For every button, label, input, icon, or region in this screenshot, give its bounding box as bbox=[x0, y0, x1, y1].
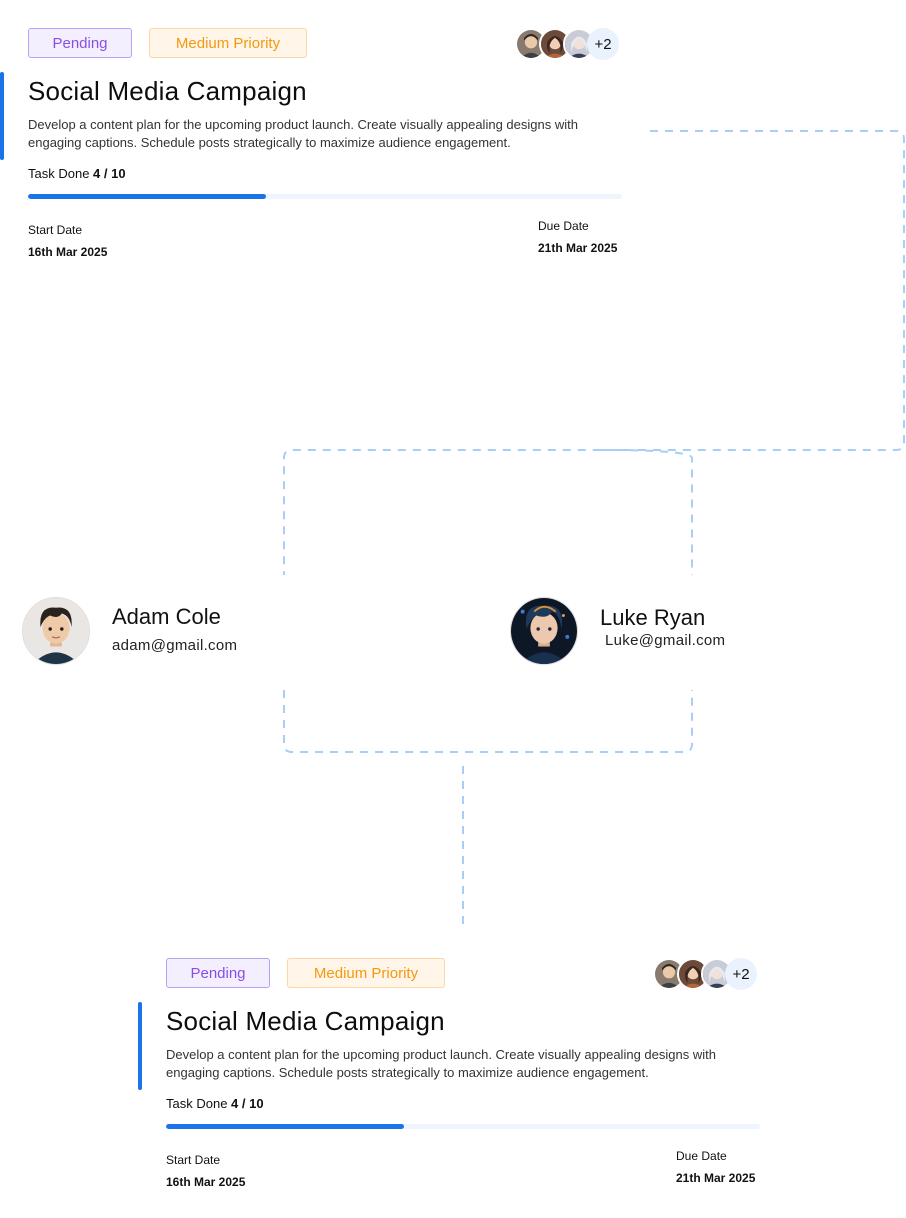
extra-members-count[interactable]: +2 bbox=[587, 28, 619, 60]
start-date-value: 16th Mar 2025 bbox=[166, 1175, 246, 1189]
task-done-label: Task Done bbox=[166, 1096, 228, 1111]
task-done-value: 4 / 10 bbox=[231, 1096, 264, 1111]
task-done: Task Done 4 / 10 bbox=[28, 166, 126, 181]
due-date-value: 21th Mar 2025 bbox=[538, 241, 618, 255]
person-card-luke[interactable]: Luke Ryan Luke@gmail.com bbox=[510, 597, 770, 667]
progress-bar bbox=[166, 1124, 760, 1129]
due-date-value: 21th Mar 2025 bbox=[676, 1171, 756, 1185]
start-date-label: Start Date bbox=[28, 223, 83, 237]
task-card-bottom[interactable]: Pending Medium Priority +2 Social Media … bbox=[138, 958, 766, 1218]
card-description: Develop a content plan for the upcoming … bbox=[166, 1047, 716, 1080]
card-title: Social Media Campaign bbox=[28, 76, 307, 106]
person-card-adam[interactable]: Adam Cole adam@gmail.com bbox=[22, 597, 282, 667]
progress-fill bbox=[28, 194, 266, 199]
progress-fill bbox=[166, 1124, 404, 1129]
user-avatar-icon bbox=[510, 597, 578, 665]
person-name: Adam Cole bbox=[112, 604, 221, 629]
priority-badge: Medium Priority bbox=[149, 28, 307, 58]
member-avatars[interactable]: +2 bbox=[515, 28, 635, 60]
card-accent-bar bbox=[138, 1002, 142, 1090]
card-title: Social Media Campaign bbox=[166, 1006, 445, 1036]
person-email[interactable]: adam@gmail.com bbox=[112, 637, 237, 654]
extra-members-count[interactable]: +2 bbox=[725, 958, 757, 990]
task-done: Task Done 4 / 10 bbox=[166, 1096, 264, 1111]
priority-badge: Medium Priority bbox=[287, 958, 445, 988]
task-done-value: 4 / 10 bbox=[93, 166, 126, 181]
person-email[interactable]: Luke@gmail.com bbox=[605, 632, 725, 649]
user-avatar-icon bbox=[22, 597, 90, 665]
task-card-top[interactable]: Pending Medium Priority +2 Social Media … bbox=[0, 28, 628, 288]
member-avatars[interactable]: +2 bbox=[653, 958, 773, 990]
card-accent-bar bbox=[0, 72, 4, 160]
progress-bar bbox=[28, 194, 622, 199]
person-name: Luke Ryan bbox=[600, 605, 706, 630]
status-badge: Pending bbox=[28, 28, 132, 58]
task-done-label: Task Done bbox=[28, 166, 90, 181]
card-description: Develop a content plan for the upcoming … bbox=[28, 117, 578, 150]
start-date-label: Start Date bbox=[166, 1153, 221, 1167]
due-date-label: Due Date bbox=[676, 1149, 727, 1163]
due-date-label: Due Date bbox=[538, 219, 589, 233]
status-badge: Pending bbox=[166, 958, 270, 988]
start-date-value: 16th Mar 2025 bbox=[28, 245, 108, 259]
